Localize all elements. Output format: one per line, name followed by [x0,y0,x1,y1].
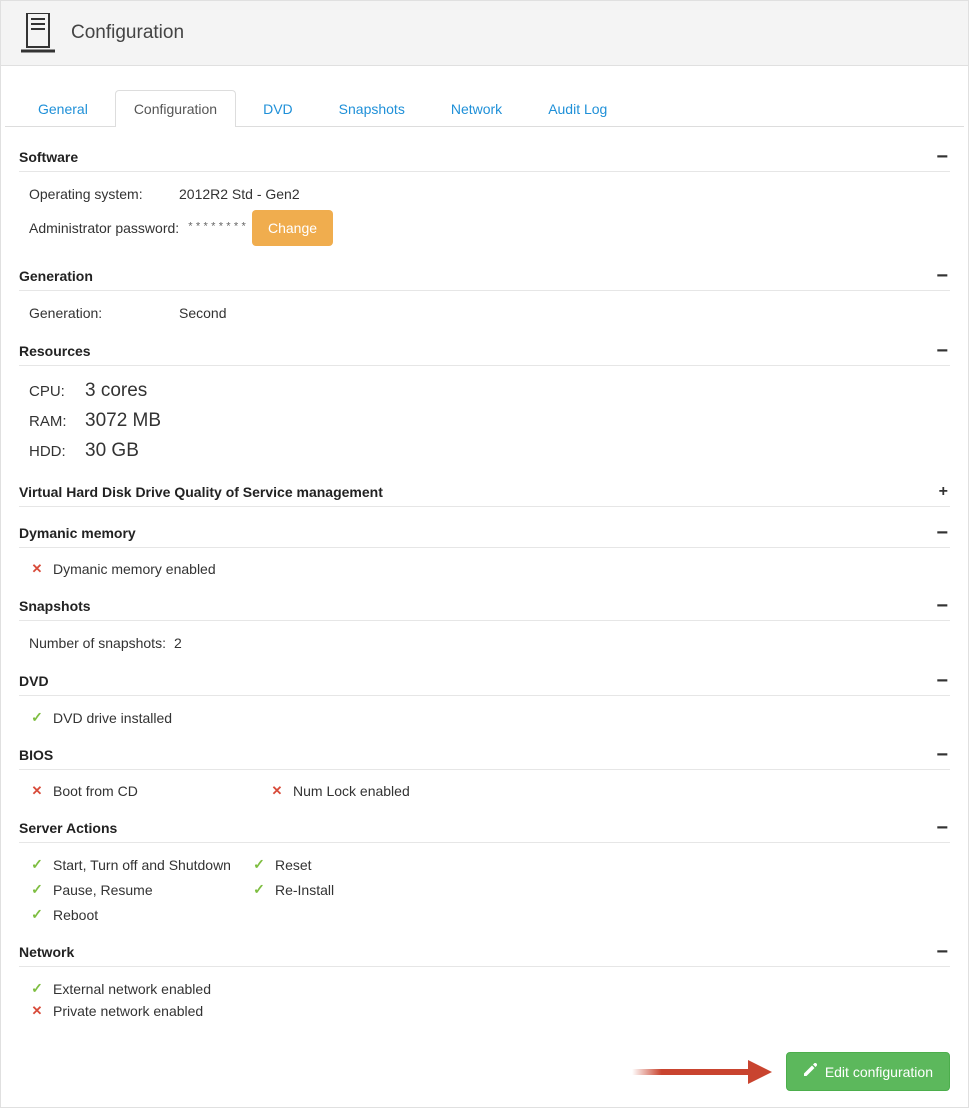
cross-icon: ✕ [29,561,45,577]
tab-audit-log[interactable]: Audit Log [529,90,626,127]
bios-numlock-label: Num Lock enabled [293,783,410,799]
os-value: 2012R2 Std - Gen2 [179,186,300,202]
tab-bar: General Configuration DVD Snapshots Netw… [5,66,964,127]
arrow-annotation-icon [632,1060,772,1084]
cpu-value: 3 cores [85,380,147,402]
bios-boot-cd-status: ✕ Boot from CD [29,780,209,802]
section-network: Network − ✓ External network enabled ✕ P… [19,944,950,1022]
dynamic-memory-label: Dymanic memory enabled [53,561,216,577]
section-dvd: DVD − ✓ DVD drive installed [19,673,950,729]
collapse-toggle[interactable]: − [934,528,950,538]
section-title: Network [19,944,74,960]
bios-numlock-status: ✕ Num Lock enabled [269,780,449,802]
section-title: Software [19,149,78,165]
hdd-value: 30 GB [85,440,139,462]
edit-configuration-button[interactable]: Edit configuration [786,1052,950,1091]
section-resources: Resources − CPU: 3 cores RAM: 3072 MB HD… [19,343,950,466]
collapse-toggle[interactable]: − [934,676,950,686]
page-body: General Configuration DVD Snapshots Netw… [0,66,969,1108]
action-reset: ✓ Reset [251,853,431,876]
dvd-installed-label: DVD drive installed [53,710,172,726]
collapse-toggle[interactable]: − [934,271,950,281]
collapse-toggle[interactable]: − [934,947,950,957]
cross-icon: ✕ [269,783,285,799]
section-title: Dymanic memory [19,525,136,541]
section-title: BIOS [19,747,53,763]
ram-value: 3072 MB [85,410,161,432]
admin-password-mask: ******** [187,222,252,234]
action-pause-resume: ✓ Pause, Resume [29,878,231,901]
tab-snapshots[interactable]: Snapshots [320,90,424,127]
generation-label: Generation: [29,305,179,321]
footer: Edit configuration [5,1042,964,1107]
collapse-toggle[interactable]: − [934,152,950,162]
check-icon: ✓ [251,856,267,873]
action-reinstall: ✓ Re-Install [251,878,431,901]
snapshots-count-value: 2 [174,635,182,651]
section-title: Resources [19,343,91,359]
tab-general[interactable]: General [19,90,107,127]
section-software: Software − Operating system: 2012R2 Std … [19,149,950,250]
section-title: Virtual Hard Disk Drive Quality of Servi… [19,484,383,500]
section-snapshots: Snapshots − Number of snapshots: 2 [19,598,950,655]
check-icon: ✓ [29,980,45,997]
dvd-installed-status: ✓ DVD drive installed [29,706,950,729]
pencil-icon [803,1063,817,1080]
collapse-toggle[interactable]: − [934,750,950,760]
section-title: DVD [19,673,49,689]
section-title: Generation [19,268,93,284]
tab-network[interactable]: Network [432,90,521,127]
tab-configuration[interactable]: Configuration [115,90,236,127]
os-label: Operating system: [29,186,179,202]
collapse-toggle[interactable]: − [934,823,950,833]
edit-configuration-label: Edit configuration [825,1064,933,1080]
action-reboot: ✓ Reboot [29,903,231,926]
expand-toggle[interactable]: + [937,487,950,497]
page-header: Configuration [0,0,969,66]
snapshots-count-label: Number of snapshots: [29,635,174,651]
section-generation: Generation − Generation: Second [19,268,950,325]
ram-label: RAM: [29,413,85,430]
server-icon [21,13,55,53]
section-dynamic-memory: Dymanic memory − ✕ Dymanic memory enable… [19,525,950,580]
page-title: Configuration [71,22,184,44]
admin-password-label: Administrator password: [29,220,187,236]
hdd-label: HDD: [29,443,85,460]
dynamic-memory-status: ✕ Dymanic memory enabled [29,558,950,580]
bios-boot-cd-label: Boot from CD [53,783,138,799]
section-title: Server Actions [19,820,117,836]
section-bios: BIOS − ✕ Boot from CD ✕ Num Lock enabled [19,747,950,802]
collapse-toggle[interactable]: − [934,346,950,356]
cross-icon: ✕ [29,783,45,799]
network-private-status: ✕ Private network enabled [29,1000,950,1022]
generation-value: Second [179,305,226,321]
check-icon: ✓ [29,881,45,898]
check-icon: ✓ [29,906,45,923]
cpu-label: CPU: [29,383,85,400]
network-external-status: ✓ External network enabled [29,977,950,1000]
check-icon: ✓ [251,881,267,898]
collapse-toggle[interactable]: − [934,601,950,611]
cross-icon: ✕ [29,1003,45,1019]
action-start-shutdown: ✓ Start, Turn off and Shutdown [29,853,231,876]
check-icon: ✓ [29,856,45,873]
section-vhd-qos: Virtual Hard Disk Drive Quality of Servi… [19,484,950,507]
section-server-actions: Server Actions − ✓ Start, Turn off and S… [19,820,950,926]
change-password-button[interactable]: Change [252,210,333,246]
check-icon: ✓ [29,709,45,726]
tab-dvd[interactable]: DVD [244,90,312,127]
section-title: Snapshots [19,598,91,614]
